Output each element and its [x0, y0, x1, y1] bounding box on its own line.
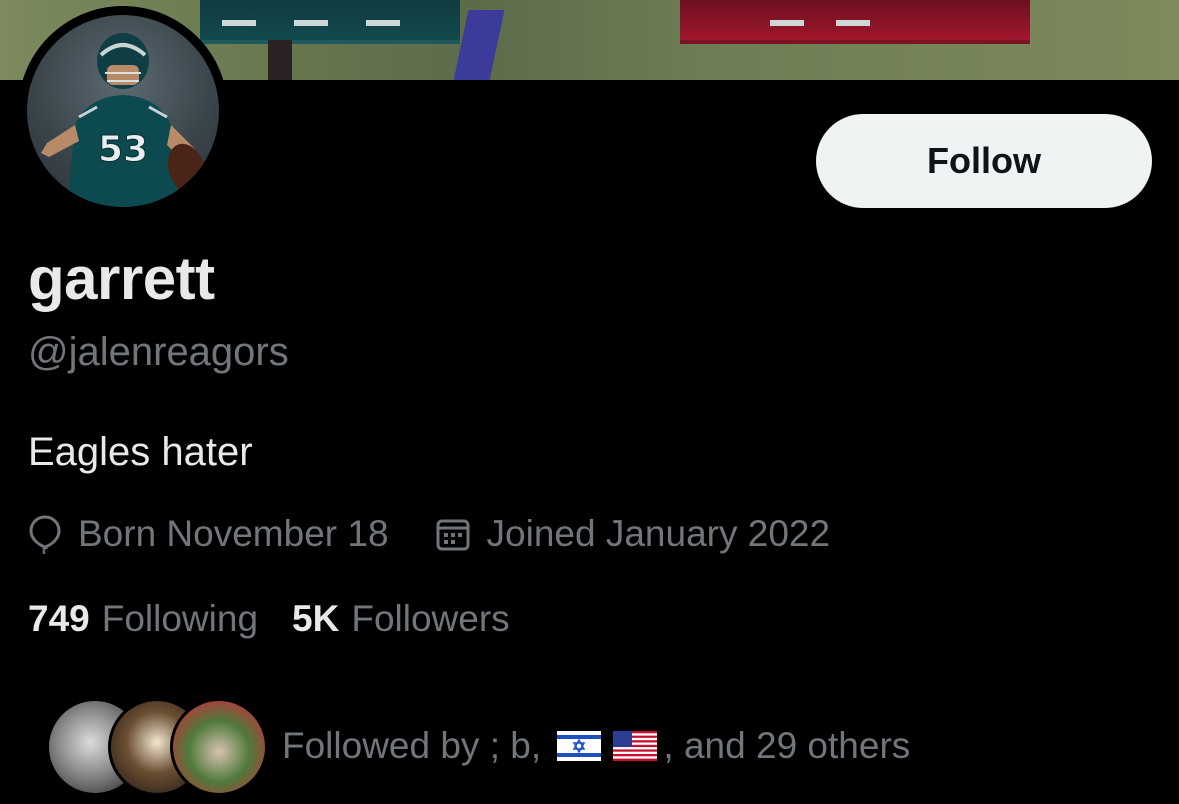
avatar-jersey-number: 53: [98, 129, 148, 170]
avatar[interactable]: 53: [27, 15, 219, 207]
follow-stats: 749 Following 5K Followers: [28, 596, 510, 642]
banner-stripe: [222, 20, 256, 26]
usa-flag-icon: [613, 731, 658, 761]
following-count: 749: [28, 598, 90, 639]
followers-link[interactable]: 5K Followers: [292, 598, 510, 640]
balloon-icon: [29, 515, 61, 554]
user-handle: @jalenreagors: [28, 330, 289, 374]
avatar-player-image: 53: [41, 33, 207, 207]
birthday-text: Born November 18: [78, 513, 389, 554]
joined-text: Joined January 2022: [486, 513, 831, 554]
following-label: Following: [101, 598, 259, 639]
banner-stripe: [294, 20, 328, 26]
calendar-icon: [436, 519, 470, 551]
followed-by-prefix: Followed by: [282, 725, 480, 766]
following-link[interactable]: 749 Following: [28, 598, 258, 640]
follow-button[interactable]: Follow: [816, 114, 1152, 208]
banner-stripe: [770, 20, 804, 26]
banner-stripe: [836, 20, 870, 26]
followed-by-names: ; b,: [489, 725, 542, 766]
israel-flag-icon: [557, 731, 602, 761]
profile-meta: Born November 18 Joined January 2022: [28, 510, 830, 558]
followers-count: 5K: [292, 598, 340, 639]
followed-by-text: Followed by ; b, , and 29 others: [282, 725, 910, 767]
joined-item: Joined January 2022: [435, 513, 831, 555]
mutual-avatar: [170, 698, 268, 796]
birthday-item: Born November 18: [28, 513, 389, 555]
banner-post: [268, 40, 292, 80]
followed-by-suffix: , and 29 others: [663, 725, 911, 766]
display-name: garrett: [28, 245, 215, 312]
followers-label: Followers: [351, 598, 510, 639]
followed-by-row[interactable]: Followed by ; b, , and 29 others: [46, 696, 910, 796]
mutual-avatars: [46, 698, 268, 796]
banner-stripe: [366, 20, 400, 26]
profile-bio: Eagles hater: [28, 430, 253, 474]
